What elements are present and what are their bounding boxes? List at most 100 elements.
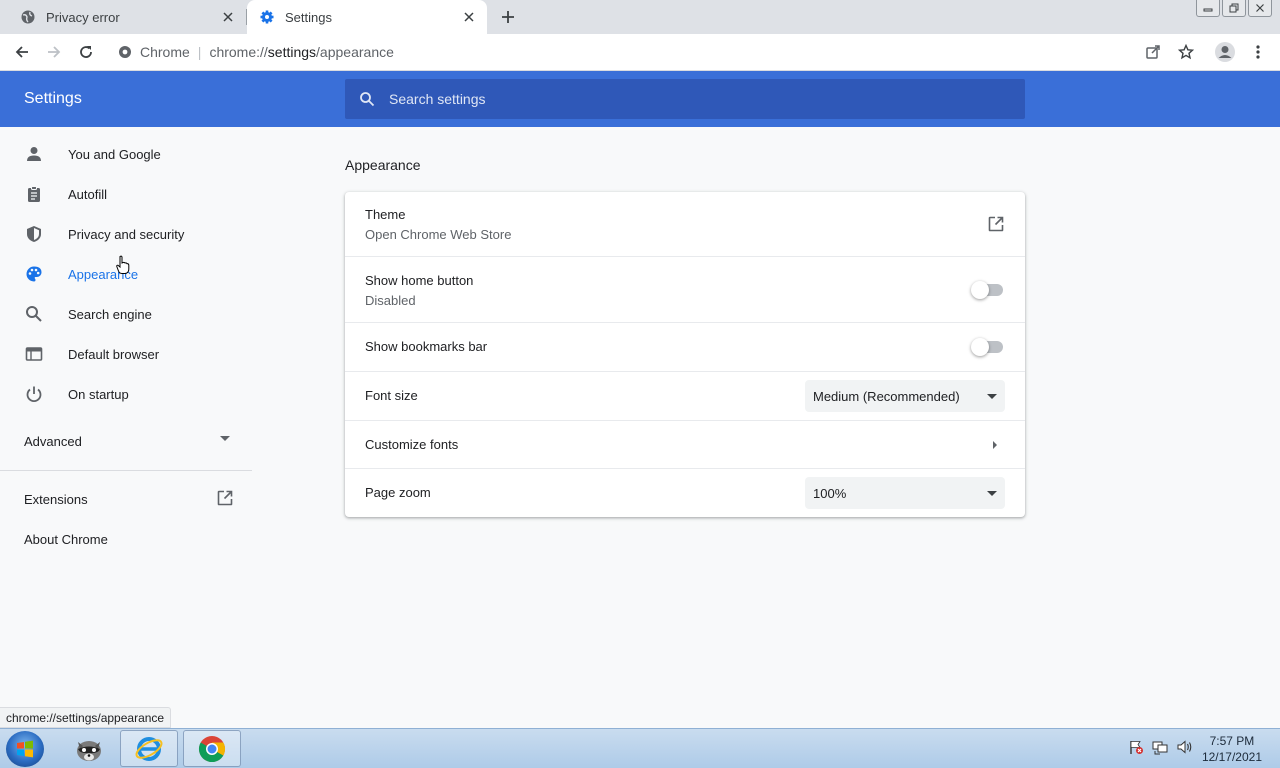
browser-toolbar: Chrome | chrome://settings/appearance	[0, 34, 1280, 71]
bookmark-button[interactable]	[1174, 40, 1198, 64]
window-controls	[1196, 0, 1272, 17]
url-host: settings	[267, 44, 317, 60]
page-zoom-value: 100%	[813, 485, 847, 501]
about-chrome-label: About Chrome	[24, 531, 108, 547]
font-size-row: Font size Medium (Recommended)	[345, 371, 1025, 420]
bookmarks-bar-toggle[interactable]	[971, 338, 1003, 356]
search-settings-box[interactable]	[345, 79, 1025, 119]
close-tab-icon[interactable]	[218, 7, 238, 27]
restore-icon	[1229, 3, 1239, 13]
site-info[interactable]: Chrome	[118, 44, 190, 60]
font-size-select[interactable]: Medium (Recommended)	[805, 380, 1005, 412]
taskbar-app-raccoon[interactable]	[60, 730, 118, 767]
search-icon	[357, 89, 377, 109]
sidebar-item-extensions[interactable]: Extensions	[24, 487, 240, 511]
theme-row[interactable]: Theme Open Chrome Web Store	[345, 192, 1025, 256]
hand-cursor-icon	[116, 255, 130, 280]
action-center-flag-icon[interactable]	[1128, 739, 1144, 760]
sidebar-item-about-chrome[interactable]: About Chrome	[24, 527, 240, 551]
minimize-icon	[1203, 8, 1213, 12]
share-button[interactable]	[1141, 40, 1165, 64]
windows-logo-icon	[17, 740, 33, 758]
url-prefix: chrome://	[209, 44, 268, 60]
taskbar-clock[interactable]: 7:57 PM 12/17/2021	[1202, 733, 1262, 765]
advanced-label: Advanced	[24, 433, 82, 449]
home-button-sublabel: Disabled	[365, 293, 416, 308]
sidebar-item-search-engine[interactable]: Search engine	[0, 294, 252, 334]
tab-privacy-error[interactable]: Privacy error	[8, 0, 246, 34]
search-icon	[24, 304, 44, 324]
restore-button[interactable]	[1222, 0, 1246, 17]
section-title: Appearance	[345, 157, 421, 173]
extensions-label: Extensions	[24, 491, 88, 507]
customize-fonts-label: Customize fonts	[365, 437, 459, 452]
chevron-down-icon	[220, 436, 230, 441]
more-vert-icon	[1256, 45, 1260, 59]
close-window-button[interactable]	[1248, 0, 1272, 17]
clock-time: 7:57 PM	[1209, 734, 1255, 748]
reload-button[interactable]	[74, 40, 98, 64]
tab-title: Settings	[285, 9, 332, 25]
profile-button[interactable]	[1213, 40, 1237, 64]
omnibox-divider: |	[197, 44, 202, 60]
customize-fonts-row[interactable]: Customize fonts	[345, 420, 1025, 468]
start-button[interactable]	[6, 731, 44, 767]
minimize-button[interactable]	[1196, 0, 1220, 17]
arrow-left-icon	[15, 46, 28, 58]
theme-label: Theme	[365, 207, 406, 222]
sidebar-advanced-toggle[interactable]: Advanced	[24, 429, 234, 453]
new-tab-button[interactable]	[496, 5, 520, 29]
home-button-row[interactable]: Show home button Disabled	[345, 256, 1025, 322]
bookmarks-bar-row[interactable]: Show bookmarks bar	[345, 322, 1025, 371]
clipboard-icon	[24, 184, 44, 204]
network-icon[interactable]	[1152, 739, 1168, 760]
forward-button[interactable]	[42, 40, 66, 64]
arrow-right-icon	[48, 46, 61, 58]
sidebar-item-label: Autofill	[68, 186, 108, 202]
tab-title: Privacy error	[46, 9, 120, 25]
taskbar-app-internet-explorer[interactable]	[120, 730, 178, 767]
gear-icon	[259, 9, 275, 25]
sidebar-item-you-and-google[interactable]: You and Google	[0, 134, 252, 174]
clock-date: 12/17/2021	[1201, 750, 1262, 764]
plus-icon	[502, 11, 514, 23]
shield-icon	[24, 224, 44, 244]
chrome-logo-icon	[119, 46, 131, 58]
volume-icon[interactable]	[1176, 739, 1194, 760]
chrome-logo-icon	[198, 735, 226, 762]
chevron-down-icon	[987, 393, 997, 399]
page-zoom-label: Page zoom	[365, 485, 431, 500]
sidebar-item-label: Privacy and security	[68, 226, 185, 242]
sidebar-item-autofill[interactable]: Autofill	[0, 174, 252, 214]
star-icon	[1178, 44, 1194, 60]
toggle-knob	[971, 338, 989, 356]
open-in-new-icon	[216, 489, 234, 510]
search-settings-input[interactable]	[389, 91, 1025, 107]
power-icon	[24, 384, 44, 404]
sidebar-item-default-browser[interactable]: Default browser	[0, 334, 252, 374]
sidebar-item-privacy-and-security[interactable]: Privacy and security	[0, 214, 252, 254]
settings-header: Settings	[0, 71, 1280, 127]
font-size-label: Font size	[365, 388, 418, 403]
browser-window-icon	[24, 344, 44, 364]
sidebar-item-label: You and Google	[68, 146, 161, 162]
taskbar-app-chrome[interactable]	[183, 730, 241, 767]
tab-settings[interactable]: Settings	[247, 0, 487, 34]
open-in-new-icon[interactable]	[987, 215, 1005, 238]
page-zoom-select[interactable]: 100%	[805, 477, 1005, 509]
globe-icon	[20, 9, 36, 25]
home-button-toggle[interactable]	[971, 281, 1003, 299]
address-bar[interactable]: Chrome | chrome://settings/appearance	[108, 37, 1206, 67]
avatar-icon	[1215, 42, 1235, 62]
sidebar-item-on-startup[interactable]: On startup	[0, 374, 252, 414]
back-button[interactable]	[10, 40, 34, 64]
close-tab-icon[interactable]	[459, 7, 479, 27]
bookmarks-bar-label: Show bookmarks bar	[365, 339, 488, 354]
menu-button[interactable]	[1246, 40, 1270, 64]
theme-sublabel: Open Chrome Web Store	[365, 227, 512, 242]
page-zoom-row: Page zoom 100%	[345, 468, 1025, 517]
reload-icon	[80, 46, 92, 58]
url-text: chrome://settings/appearance	[209, 44, 393, 60]
url-path: /appearance	[316, 44, 394, 60]
sidebar-item-label: On startup	[68, 386, 129, 402]
